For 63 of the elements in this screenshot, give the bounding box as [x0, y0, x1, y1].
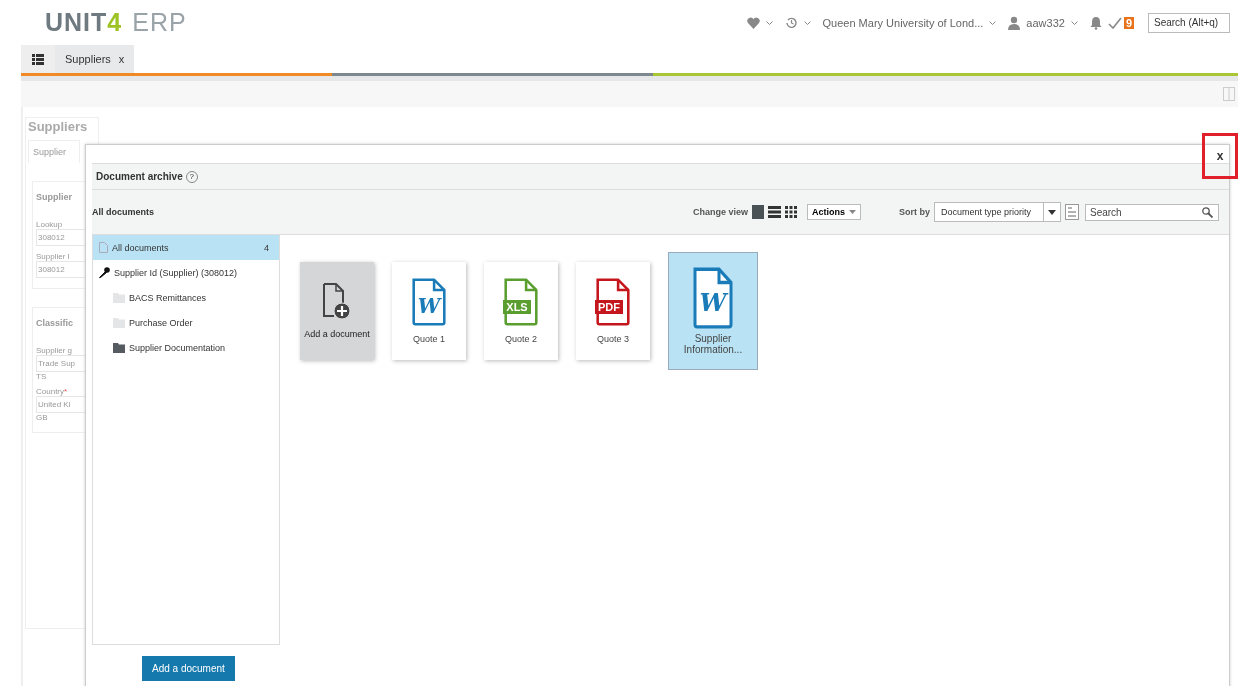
- menu-button[interactable]: [21, 45, 55, 73]
- caret-icon: [1048, 209, 1056, 215]
- file-icon: W: [412, 278, 446, 326]
- field-code: GB: [36, 413, 49, 422]
- tree-item[interactable]: All documents 4: [93, 235, 279, 260]
- file-icon: XLS: [504, 278, 538, 326]
- user-icon: [1008, 15, 1021, 30]
- change-view-label: Change view: [692, 207, 748, 217]
- document-card[interactable]: W Supplier Information...: [668, 252, 758, 370]
- sort-dropdown[interactable]: Document type priority: [934, 202, 1061, 222]
- list-icon: [32, 53, 44, 65]
- organisation-selector[interactable]: Queen Mary University of Lond...: [822, 16, 984, 29]
- heart-icon[interactable]: [746, 16, 760, 29]
- list-view-icon[interactable]: [767, 206, 781, 218]
- add-document-button[interactable]: Add a document: [142, 655, 235, 681]
- chevron-icon[interactable]: [765, 20, 773, 25]
- field-label: Supplier I: [36, 252, 70, 261]
- tree-item[interactable]: Supplier Documentation: [93, 335, 279, 360]
- document-card[interactable]: W Quote 1: [392, 262, 466, 360]
- tree-item[interactable]: Supplier Id (Supplier) (308012): [93, 260, 279, 285]
- section-title: Supplier: [36, 192, 73, 202]
- chevron-icon[interactable]: [989, 20, 997, 25]
- required-mark: *: [64, 387, 68, 396]
- chevron-icon[interactable]: [803, 20, 811, 25]
- field-label: Lookup: [36, 220, 63, 229]
- page-title: Suppliers: [28, 119, 89, 134]
- grid-view-icon[interactable]: [784, 206, 797, 218]
- search-field[interactable]: Search (Alt+q): [1148, 12, 1230, 33]
- page-tab[interactable]: Suppliers x: [55, 45, 135, 73]
- document-card[interactable]: XLS Quote 2: [484, 262, 558, 360]
- tile-view-icon[interactable]: [751, 205, 764, 219]
- caret-icon: [849, 210, 856, 214]
- folder-icon: [113, 342, 125, 353]
- check-icon[interactable]: [1107, 16, 1122, 29]
- search-field[interactable]: Search: [1085, 203, 1219, 221]
- document-card[interactable]: PDF Quote 3: [576, 262, 650, 360]
- dialog-title: Document archive: [96, 171, 183, 182]
- field-label: Country: [36, 387, 64, 396]
- app-logo: UNIT4 ERP: [45, 8, 187, 37]
- document-icon: [99, 242, 108, 253]
- chevron-icon[interactable]: [1070, 20, 1078, 25]
- tree-item[interactable]: Purchase Order: [93, 310, 279, 335]
- field-label: Supplier g: [36, 346, 73, 355]
- bell-icon[interactable]: [1089, 15, 1102, 30]
- close-tab-button[interactable]: x: [118, 53, 125, 65]
- close-button[interactable]: x: [1202, 133, 1238, 179]
- file-icon: PDF: [596, 278, 630, 326]
- search-icon: [1202, 206, 1213, 218]
- sort-order-icon[interactable]: [1065, 204, 1079, 220]
- field-code: TS: [36, 372, 48, 381]
- actions-button[interactable]: Actions: [806, 204, 861, 220]
- add-document-card[interactable]: Add a document: [300, 262, 374, 360]
- folder-icon: [113, 317, 125, 328]
- sort-label: Sort by: [899, 207, 930, 217]
- add-file-icon: [323, 283, 351, 321]
- key-icon: [99, 267, 110, 278]
- tree-item[interactable]: BACS Remittances: [93, 285, 279, 310]
- history-icon[interactable]: [784, 16, 798, 29]
- folder-icon: [113, 292, 125, 303]
- user-menu[interactable]: aaw332: [1026, 16, 1065, 29]
- file-icon: W: [693, 267, 733, 329]
- section-title: Classific: [36, 318, 75, 328]
- breadcrumb: All documents: [92, 207, 154, 217]
